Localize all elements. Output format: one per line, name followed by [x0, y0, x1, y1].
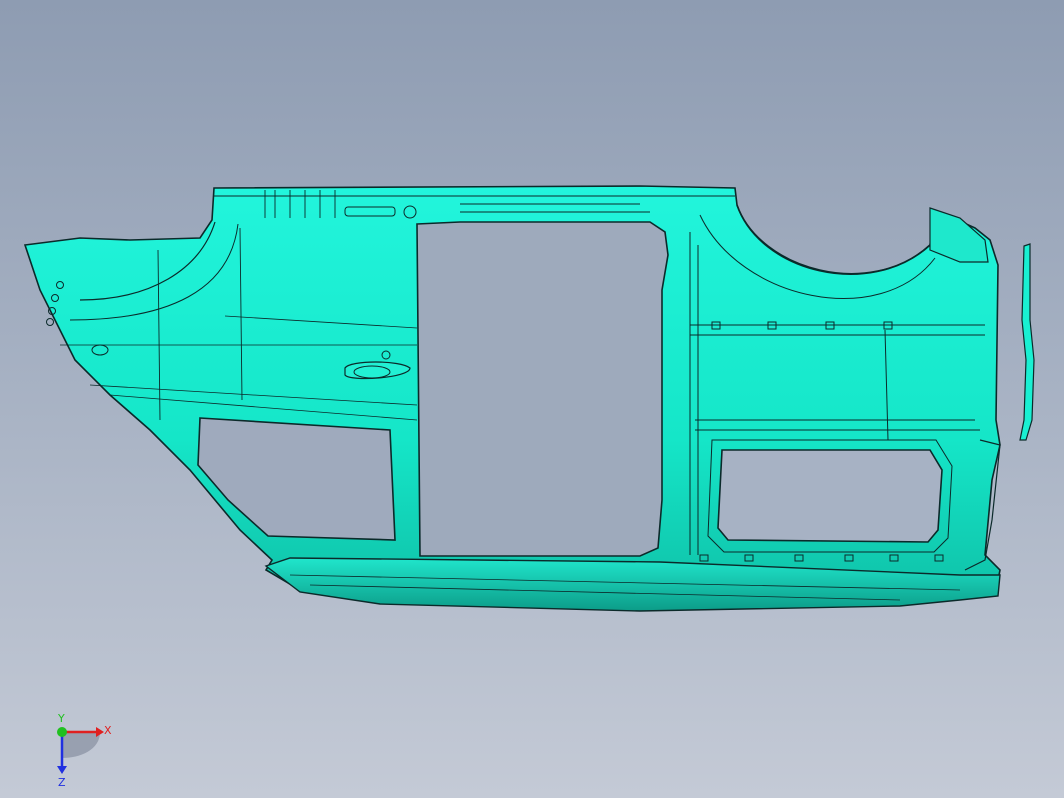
- y-axis-label: Y: [57, 712, 65, 725]
- cad-viewport[interactable]: X Y Z: [0, 0, 1064, 798]
- coordinate-axes-triad: X Y Z: [57, 712, 112, 789]
- car-body-side-panel-model[interactable]: [0, 0, 1064, 798]
- rear-side-window: [717, 449, 943, 543]
- front-quarter-window-opening: [197, 417, 396, 541]
- rear-bracket: [929, 207, 989, 263]
- z-axis-arrow: [57, 766, 67, 774]
- x-axis-label: X: [104, 724, 112, 737]
- triad-shadow: [62, 732, 100, 758]
- y-axis-dot: [57, 727, 67, 737]
- front-door-opening: [416, 221, 669, 557]
- x-axis-arrow: [96, 727, 104, 737]
- z-axis-label: Z: [58, 776, 66, 789]
- rear-trim-strip: [1019, 243, 1035, 441]
